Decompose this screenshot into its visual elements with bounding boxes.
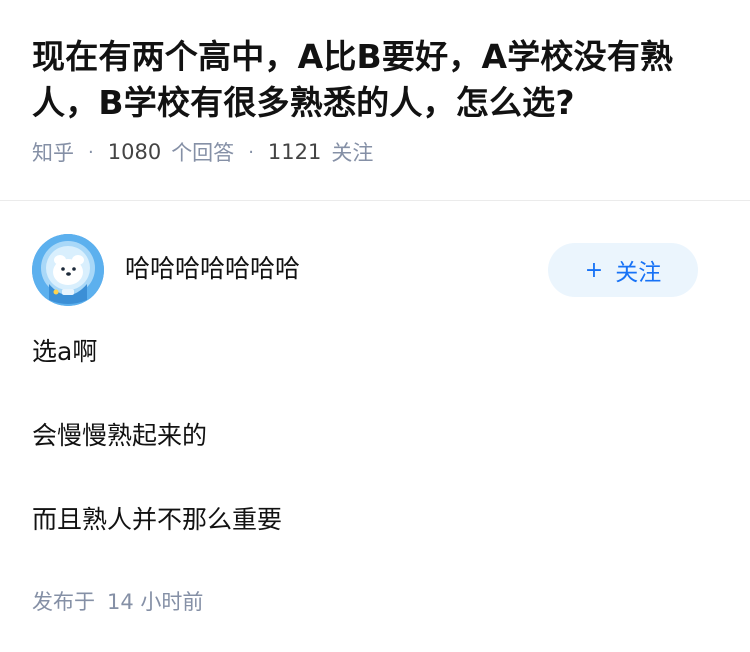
answer-paragraph: 选a啊 bbox=[32, 337, 98, 366]
answer-count: 1080 bbox=[107, 140, 162, 164]
follow-count-label[interactable]: 关注 bbox=[331, 137, 373, 167]
author-row: 哈哈哈哈哈哈哈 + 关注 bbox=[32, 234, 718, 306]
astronaut-bear-avatar-icon bbox=[32, 234, 104, 306]
answer-count-label[interactable]: 个回答 bbox=[171, 137, 234, 167]
answer-paragraph: 而且熟人并不那么重要 bbox=[32, 505, 283, 534]
plus-icon: + bbox=[584, 257, 604, 283]
section-divider bbox=[0, 200, 750, 201]
publish-label: 发布于 bbox=[32, 590, 95, 614]
answer-content[interactable]: 选a啊 会慢慢熟起来的 而且熟人并不那么重要 bbox=[32, 334, 718, 538]
avatar[interactable] bbox=[32, 234, 104, 306]
answer-card: 哈哈哈哈哈哈哈 + 关注 选a啊 会慢慢熟起来的 而且熟人并不那么重要 bbox=[32, 234, 718, 586]
question-header: 现在有两个高中，A比B要好，A学校没有熟人，B学校有很多熟悉的人，怎么选? 知乎… bbox=[0, 0, 750, 167]
publish-time-value: 14 小时前 bbox=[107, 590, 204, 614]
follow-button[interactable]: + 关注 bbox=[548, 243, 698, 297]
follow-count: 1121 bbox=[267, 140, 322, 164]
publish-time: 发布于 14 小时前 bbox=[32, 586, 203, 616]
question-meta: 知乎 · 1080 个回答 · 1121 关注 bbox=[32, 137, 718, 167]
author-name[interactable]: 哈哈哈哈哈哈哈 bbox=[125, 249, 548, 285]
meta-separator: · bbox=[248, 141, 254, 163]
source-label[interactable]: 知乎 bbox=[32, 137, 74, 167]
question-title[interactable]: 现在有两个高中，A比B要好，A学校没有熟人，B学校有很多熟悉的人，怎么选? bbox=[32, 34, 718, 126]
meta-separator: · bbox=[88, 141, 94, 163]
follow-button-label: 关注 bbox=[615, 260, 662, 286]
answer-paragraph: 会慢慢熟起来的 bbox=[32, 421, 208, 450]
